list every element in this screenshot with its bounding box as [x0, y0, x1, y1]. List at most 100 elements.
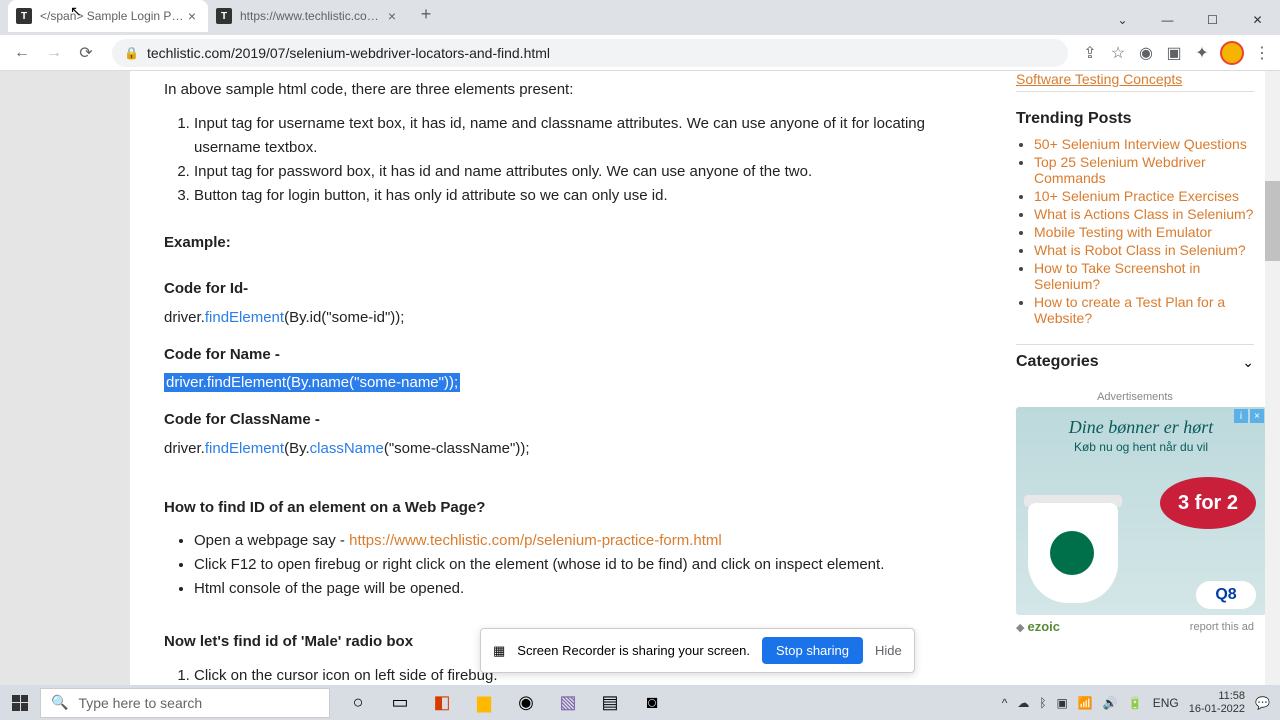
extensions-icon[interactable]: ✦	[1192, 43, 1212, 63]
url-input[interactable]: 🔒 techlistic.com/2019/07/selenium-webdri…	[112, 39, 1068, 67]
scrollbar[interactable]	[1265, 71, 1280, 685]
hide-button[interactable]: Hide	[875, 643, 902, 658]
code-line-class: driver.findElement(By.className("some-cl…	[164, 440, 966, 457]
trending-link[interactable]: Top 25 Selenium Webdriver Commands	[1034, 154, 1206, 186]
back-button[interactable]: ←	[8, 39, 36, 67]
howto-list: Open a webpage say - https://www.techlis…	[194, 529, 966, 601]
tray-icon[interactable]: ▣	[1057, 696, 1068, 710]
caret-down-icon[interactable]: ⌄	[1100, 5, 1145, 35]
code-line-name: driver.findElement(By.name("some-name"))…	[164, 374, 966, 391]
ad-close-icon[interactable]: ×	[1250, 409, 1264, 423]
window-controls: ⌄ — ☐ ✕	[1100, 5, 1280, 35]
browser-titlebar: T </span> Sample Login Page <s × T https…	[0, 0, 1280, 35]
categories-label: Categories	[1016, 353, 1099, 371]
extension-icon[interactable]: ▣	[1164, 43, 1184, 63]
example-heading: Example:	[164, 232, 966, 255]
volume-icon[interactable]: 🔊	[1103, 696, 1118, 710]
app-icon[interactable]: ▧	[548, 685, 588, 720]
url-text: techlistic.com/2019/07/selenium-webdrive…	[147, 45, 550, 61]
profile-avatar[interactable]	[1220, 41, 1244, 65]
ad-badge: 3 for 2	[1160, 477, 1256, 529]
cortana-icon[interactable]: ○	[338, 685, 378, 720]
code-id-label: Code for Id	[164, 280, 243, 297]
office-icon[interactable]: ◧	[422, 685, 462, 720]
categories-toggle[interactable]: Categories ⌄	[1016, 344, 1254, 379]
trending-heading: Trending Posts	[1016, 110, 1254, 128]
trending-list: 50+ Selenium Interview Questions Top 25 …	[1034, 136, 1254, 326]
notifications-icon[interactable]: 💬	[1255, 696, 1270, 710]
system-tray: ^ ☁ ᛒ ▣ 📶 🔊 🔋 ENG 11:58 16-01-2022 💬	[992, 690, 1280, 714]
battery-icon[interactable]: 🔋	[1128, 696, 1143, 710]
scrollbar-thumb[interactable]	[1265, 181, 1280, 261]
tab-1[interactable]: T </span> Sample Login Page <s ×	[8, 0, 208, 32]
share-text: Screen Recorder is sharing your screen.	[517, 643, 750, 658]
trending-link[interactable]: What is Actions Class in Selenium?	[1034, 206, 1253, 222]
trending-link[interactable]: How to create a Test Plan for a Website?	[1034, 294, 1225, 326]
forward-button[interactable]: →	[40, 39, 68, 67]
ad-info-icon[interactable]: i	[1234, 409, 1248, 423]
favicon: T	[216, 8, 232, 24]
minimize-button[interactable]: —	[1145, 5, 1190, 35]
menu-icon[interactable]: ⋮	[1252, 43, 1272, 63]
lock-icon: 🔒	[124, 46, 139, 60]
trending-link[interactable]: 10+ Selenium Practice Exercises	[1034, 188, 1239, 204]
list-item: Click F12 to open firebug or right click…	[194, 553, 966, 577]
reload-button[interactable]: ⟳	[72, 39, 100, 67]
close-icon[interactable]: ×	[384, 8, 400, 24]
code-name-label: Code for Name	[164, 346, 271, 363]
favicon: T	[16, 8, 32, 24]
trending-link[interactable]: 50+ Selenium Interview Questions	[1034, 136, 1247, 152]
tab-title: https://www.techlistic.com/p/sel	[240, 9, 384, 23]
code-class-label: Code for ClassName	[164, 411, 311, 428]
maximize-button[interactable]: ☐	[1190, 5, 1235, 35]
stop-sharing-button[interactable]: Stop sharing	[762, 637, 863, 664]
share-icon[interactable]: ⇪	[1080, 43, 1100, 63]
list-item: Input tag for username text box, it has …	[194, 112, 966, 160]
close-icon[interactable]: ×	[184, 8, 200, 24]
advertisement[interactable]: i × Dine bønner er hørt Køb nu og hent n…	[1016, 407, 1266, 615]
trending-link[interactable]: What is Robot Class in Selenium?	[1034, 242, 1246, 258]
taskbar-search[interactable]: 🔍 Type here to search	[40, 688, 330, 718]
extension-icon[interactable]: ◉	[1136, 43, 1156, 63]
notepad-icon[interactable]: ▤	[590, 685, 630, 720]
tab-2[interactable]: T https://www.techlistic.com/p/sel ×	[208, 0, 408, 32]
camera-icon[interactable]: ◙	[632, 685, 672, 720]
language-indicator[interactable]: ENG	[1153, 696, 1179, 710]
clock[interactable]: 11:58 16-01-2022	[1189, 690, 1245, 714]
intro-text: In above sample html code, there are thr…	[164, 79, 966, 102]
start-button[interactable]	[0, 685, 40, 720]
code-line-id: driver.findElement(By.id("some-id"));	[164, 309, 966, 326]
time-text: 11:58	[1189, 690, 1245, 702]
tray-chevron-icon[interactable]: ^	[1002, 696, 1008, 710]
report-ad-link[interactable]: report this ad	[1190, 621, 1254, 633]
toolbar-icons: ⇪ ☆ ◉ ▣ ✦ ⋮	[1080, 41, 1272, 65]
highlighted-code: driver.findElement(By.name("some-name"))…	[164, 373, 460, 392]
close-button[interactable]: ✕	[1235, 5, 1280, 35]
ad-label: Advertisements	[1016, 391, 1254, 403]
list-item: Button tag for login button, it has only…	[194, 184, 966, 208]
bookmark-icon[interactable]: ☆	[1108, 43, 1128, 63]
list-item: Input tag for password box, it has id an…	[194, 160, 966, 184]
screen-share-bar: ▦ Screen Recorder is sharing your screen…	[480, 628, 915, 673]
taskview-icon[interactable]: ▭	[380, 685, 420, 720]
search-icon: 🔍	[51, 694, 68, 711]
taskbar-icons: ○ ▭ ◧ ▆ ◉ ▧ ▤ ◙	[338, 685, 672, 720]
chrome-icon[interactable]: ◉	[506, 685, 546, 720]
trending-link[interactable]: Mobile Testing with Emulator	[1034, 224, 1212, 240]
article-main: In above sample html code, there are thr…	[130, 71, 1000, 685]
onedrive-icon[interactable]: ☁	[1017, 696, 1029, 710]
date-text: 16-01-2022	[1189, 703, 1245, 715]
ad-headline: Dine bønner er hørt	[1016, 407, 1266, 440]
explorer-icon[interactable]: ▆	[464, 685, 504, 720]
ad-brand-logo: Q8	[1196, 581, 1256, 609]
practice-form-link[interactable]: https://www.techlistic.com/p/selenium-pr…	[349, 532, 722, 549]
starbucks-logo-icon	[1050, 531, 1094, 575]
tab-title: </span> Sample Login Page <s	[40, 9, 184, 23]
search-placeholder: Type here to search	[78, 695, 202, 711]
page-content: In above sample html code, there are thr…	[0, 71, 1280, 685]
wifi-icon[interactable]: 📶	[1078, 696, 1093, 710]
sidebar-link-cut[interactable]: Software Testing Concepts	[1016, 71, 1182, 87]
new-tab-button[interactable]: +	[412, 0, 440, 28]
bluetooth-icon[interactable]: ᛒ	[1039, 696, 1046, 710]
trending-link[interactable]: How to Take Screenshot in Selenium?	[1034, 260, 1200, 292]
